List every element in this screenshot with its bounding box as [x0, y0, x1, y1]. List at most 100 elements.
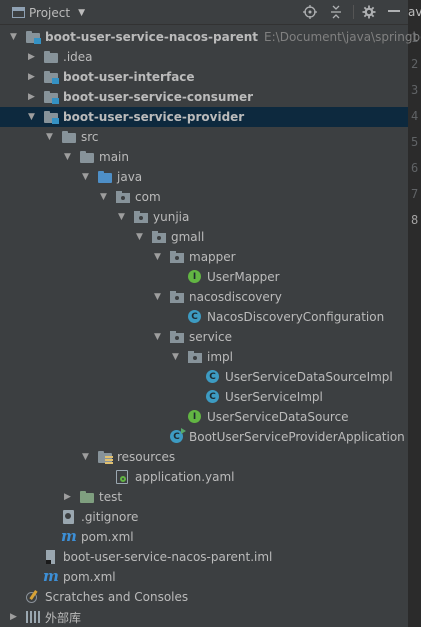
- resources-folder-icon: [97, 450, 113, 464]
- chevron-down-icon: ▼: [78, 7, 85, 18]
- tree-row[interactable]: ▶ boot-user-interface: [0, 67, 408, 87]
- expand-arrow-down-icon[interactable]: ▼: [98, 192, 109, 203]
- tree-row[interactable]: ▶ test: [0, 487, 408, 507]
- expand-arrow-right-icon[interactable]: ▶: [26, 72, 37, 83]
- tree-item-label: UserServiceImpl: [225, 390, 323, 404]
- spring-boot-class-icon: C: [169, 428, 186, 444]
- expand-arrow-down-icon[interactable]: ▼: [80, 172, 91, 183]
- package-icon: [151, 230, 167, 244]
- tree-row[interactable]: Scratches and Consoles: [0, 587, 408, 607]
- tree-item-label: UserMapper: [207, 270, 280, 284]
- tree-row[interactable]: ▼ mapper: [0, 247, 408, 267]
- tree-item-label: main: [99, 150, 129, 164]
- tree-item-label: boot-user-service-provider: [63, 110, 245, 124]
- tree-item-label: .idea: [63, 50, 93, 64]
- tree-row[interactable]: C UserServiceImpl: [0, 387, 408, 407]
- source-folder-icon: [97, 170, 113, 184]
- expand-arrow-down-icon[interactable]: ▼: [62, 152, 73, 163]
- package-icon: [133, 210, 149, 224]
- tree-row[interactable]: boot-user-service-nacos-parent.iml: [0, 547, 408, 567]
- tree-item-label: nacosdiscovery: [189, 290, 282, 304]
- tree-row[interactable]: C NacosDiscoveryConfiguration: [0, 307, 408, 327]
- expand-arrow-down-icon[interactable]: ▼: [26, 112, 37, 123]
- expand-arrow-down-icon[interactable]: ▼: [116, 212, 127, 223]
- expand-arrow-down-icon[interactable]: ▼: [152, 252, 163, 263]
- project-path: E:\Document\java\springboc: [264, 30, 421, 44]
- expand-arrow-down-icon[interactable]: ▼: [152, 332, 163, 343]
- module-folder-icon: [43, 70, 59, 84]
- tree-row[interactable]: ▶ 外部库: [0, 607, 408, 627]
- folder-icon: [61, 130, 77, 144]
- expand-arrow-down-icon[interactable]: ▼: [152, 292, 163, 303]
- settings-gear-icon[interactable]: [361, 4, 377, 20]
- tree-row[interactable]: C UserServiceDataSourceImpl: [0, 367, 408, 387]
- tree-item-label: boot-user-interface: [63, 70, 195, 84]
- yaml-file-icon: [115, 470, 131, 484]
- editor-tab-label[interactable]: av: [408, 5, 421, 19]
- tree-row[interactable]: .gitignore: [0, 507, 408, 527]
- tree-row[interactable]: m pom.xml: [0, 527, 408, 547]
- expand-arrow-down-icon[interactable]: ▼: [80, 452, 91, 463]
- tree-row[interactable]: I UserMapper: [0, 267, 408, 287]
- tree-row[interactable]: ▼ boot-user-service-provider: [0, 107, 408, 127]
- expand-arrow-right-icon[interactable]: ▶: [26, 92, 37, 103]
- expand-arrow-down-icon[interactable]: ▼: [134, 232, 145, 243]
- tree-row[interactable]: ▼ gmall: [0, 227, 408, 247]
- interface-icon: I: [187, 270, 203, 284]
- folder-icon: [43, 50, 59, 64]
- class-icon: C: [187, 310, 203, 324]
- hide-panel-icon[interactable]: [386, 4, 402, 20]
- tree-row[interactable]: m pom.xml: [0, 567, 408, 587]
- folder-icon: [79, 150, 95, 164]
- line-number: 3: [411, 83, 419, 97]
- expand-arrow-right-icon[interactable]: ▶: [62, 492, 73, 503]
- tree-item-label: test: [99, 490, 123, 504]
- tree-row[interactable]: ▶ boot-user-service-consumer: [0, 87, 408, 107]
- tree-item-label: service: [189, 330, 232, 344]
- line-number: 8: [411, 213, 419, 227]
- tree-item-label: yunjia: [153, 210, 190, 224]
- tree-item-label: UserServiceDataSourceImpl: [225, 370, 393, 384]
- expand-arrow-down-icon[interactable]: ▼: [170, 352, 181, 363]
- tree-item-label: BootUserServiceProviderApplication: [189, 430, 405, 444]
- package-icon: [115, 190, 131, 204]
- external-libraries-icon: [25, 610, 41, 624]
- expand-arrow-down-icon[interactable]: ▼: [8, 32, 19, 43]
- tree-row[interactable]: ▼ resources: [0, 447, 408, 467]
- tree-row[interactable]: ▶ .idea: [0, 47, 408, 67]
- expand-arrow-right-icon[interactable]: ▶: [26, 52, 37, 63]
- expand-arrow-right-icon[interactable]: ▶: [8, 612, 19, 623]
- tree-row[interactable]: ▼ src: [0, 127, 408, 147]
- project-view-selector[interactable]: Project ▼: [12, 4, 85, 21]
- module-folder-icon: [43, 110, 59, 124]
- tree-row[interactable]: ▼ service: [0, 327, 408, 347]
- tree-row[interactable]: ▼ boot-user-service-nacos-parent E:\Docume…: [0, 27, 421, 47]
- tree-row[interactable]: ▼ impl: [0, 347, 408, 367]
- tree-row[interactable]: ▼ java: [0, 167, 408, 187]
- tree-item-label: UserServiceDataSource: [207, 410, 349, 424]
- tree-row[interactable]: ▼ main: [0, 147, 408, 167]
- iml-file-icon: [43, 550, 59, 564]
- tree-row[interactable]: C BootUserServiceProviderApplication: [0, 427, 408, 447]
- tree-row[interactable]: application.yaml: [0, 467, 408, 487]
- project-tool-window-header: Project ▼: [0, 0, 421, 25]
- tree-row[interactable]: I UserServiceDataSource: [0, 407, 408, 427]
- line-number: 4: [411, 109, 419, 123]
- tree-item-label: .gitignore: [81, 510, 139, 524]
- line-number: 5: [411, 135, 419, 149]
- tree-row[interactable]: ▼ com: [0, 187, 408, 207]
- tree-row[interactable]: ▼ yunjia: [0, 207, 408, 227]
- collapse-all-icon[interactable]: [328, 4, 344, 20]
- tree-item-label: pom.xml: [81, 530, 134, 544]
- tree-item-label: mapper: [189, 250, 236, 264]
- locate-icon[interactable]: [302, 4, 318, 20]
- tree-row[interactable]: ▼ nacosdiscovery: [0, 287, 408, 307]
- project-icon: [12, 7, 25, 18]
- tree-item-label: 外部库: [45, 610, 82, 625]
- expand-arrow-down-icon[interactable]: ▼: [44, 132, 55, 143]
- module-folder-icon: [43, 90, 59, 104]
